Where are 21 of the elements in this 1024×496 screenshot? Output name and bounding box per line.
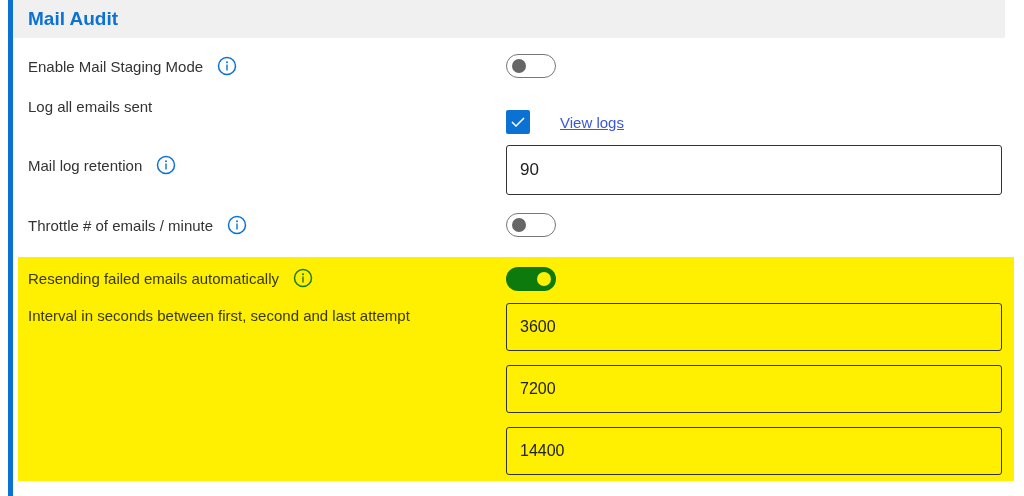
info-icon[interactable] [292, 268, 313, 288]
number-field[interactable]: 7200 [506, 365, 1002, 413]
setting-label: Enable Mail Staging Mode [28, 57, 204, 75]
number-field[interactable]: 90 [506, 145, 1002, 195]
info-icon[interactable] [227, 215, 248, 235]
setting-label: Mail log retention [28, 156, 143, 174]
info-icon[interactable] [156, 155, 177, 175]
checkbox[interactable] [506, 110, 530, 134]
view-logs-link[interactable]: View logs [560, 113, 624, 131]
setting-label: Resending failed emails automatically [28, 269, 279, 287]
number-field[interactable]: 3600 [506, 303, 1002, 351]
toggle-switch[interactable] [506, 267, 556, 291]
setting-label: Throttle # of emails / minute [28, 216, 214, 234]
toggle-switch[interactable] [506, 54, 556, 78]
toggle-switch[interactable] [506, 213, 556, 237]
setting-label: Interval in seconds between first, second and last attempt [28, 307, 410, 324]
checkmark-icon [511, 117, 525, 127]
info-icon[interactable] [217, 56, 238, 76]
section-title: Mail Audit [28, 8, 119, 30]
number-field[interactable]: 14400 [506, 427, 1002, 475]
setting-label: Log all emails sent [28, 98, 153, 115]
